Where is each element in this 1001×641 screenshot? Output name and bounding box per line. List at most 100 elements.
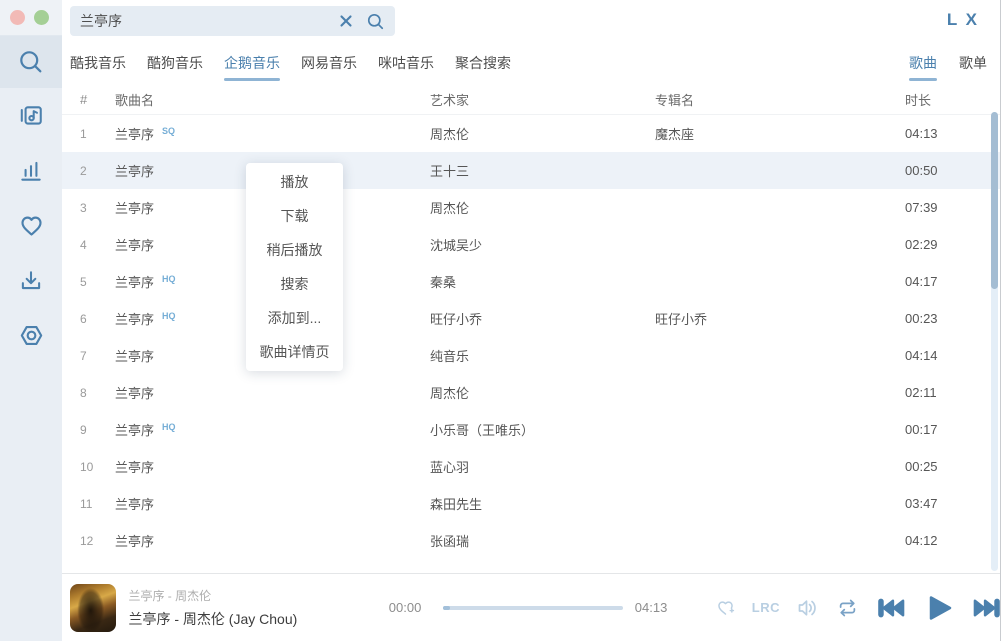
quality-badge: HQ <box>162 311 176 321</box>
player-bar: 兰亭序 - 周杰伦 兰亭序 - 周杰伦 (Jay Chou) 00:00 04:… <box>62 573 1001 641</box>
song-name: 兰亭序 <box>115 457 154 476</box>
song-cell: 兰亭序 <box>115 383 430 402</box>
context-menu-item[interactable]: 添加到... <box>246 301 343 335</box>
tab[interactable]: 歌曲 <box>909 49 937 77</box>
table-row[interactable]: 3 兰亭序 周杰伦 07:39 <box>62 189 1001 226</box>
table-row[interactable]: 7 兰亭序 纯音乐 04:14 <box>62 337 1001 374</box>
search-box[interactable] <box>70 6 395 36</box>
love-button[interactable] <box>715 597 736 618</box>
context-menu-item[interactable]: 稍后播放 <box>246 233 343 267</box>
play-mode-button[interactable] <box>836 597 859 619</box>
sidebar <box>0 0 62 641</box>
table-row[interactable]: 9 兰亭序 HQ 小乐哥（王唯乐） 00:17 <box>62 411 1001 448</box>
scrollbar-track[interactable] <box>991 112 998 571</box>
row-number: 10 <box>80 460 115 474</box>
context-menu-item[interactable]: 搜索 <box>246 267 343 301</box>
previous-track-button[interactable] <box>877 596 906 620</box>
window-controls <box>0 0 62 36</box>
table-row[interactable]: 4 兰亭序 沈城吴少 02:29 <box>62 226 1001 263</box>
repeat-icon <box>836 597 859 619</box>
tab[interactable]: 酷狗音乐 <box>147 49 203 77</box>
artist-name: 张函瑞 <box>430 531 655 550</box>
context-menu: 播放 下载 稍后播放 搜索 添加到... 歌曲详情页 <box>246 163 343 371</box>
search-input[interactable] <box>80 13 340 29</box>
context-menu-item[interactable]: 歌曲详情页 <box>246 335 343 369</box>
sidebar-item-leaderboard[interactable] <box>0 143 62 198</box>
scrollbar-thumb[interactable] <box>991 112 998 289</box>
table-row[interactable]: 10 兰亭序 蓝心羽 00:25 <box>62 448 1001 485</box>
volume-button[interactable] <box>796 597 820 619</box>
tab[interactable]: 网易音乐 <box>301 49 357 77</box>
song-name: 兰亭序 <box>115 346 154 365</box>
row-number: 8 <box>80 386 115 400</box>
tab[interactable]: 聚合搜索 <box>455 49 511 77</box>
top-header: L X <box>62 0 1001 42</box>
song-name: 兰亭序 <box>115 124 154 143</box>
tabs-row: 酷我音乐 酷狗音乐 企鹅音乐 网易音乐 咪咕音乐 聚合搜索 歌曲 歌单 <box>62 42 1001 84</box>
table-body: 1 兰亭序 SQ 周杰伦 魔杰座 04:13 2 兰亭序 王十三 00:50 3… <box>62 115 1001 559</box>
song-name: 兰亭序 <box>115 161 154 180</box>
song-name: 兰亭序 <box>115 235 154 254</box>
tab[interactable]: 歌单 <box>959 49 987 77</box>
row-number: 2 <box>80 164 115 178</box>
next-track-button[interactable] <box>972 596 1001 620</box>
album-art[interactable] <box>70 584 116 632</box>
duration: 07:39 <box>905 200 965 215</box>
song-name: 兰亭序 <box>115 494 154 513</box>
sidebar-item-favorites[interactable] <box>0 198 62 253</box>
source-tabs: 酷我音乐 酷狗音乐 企鹅音乐 网易音乐 咪咕音乐 聚合搜索 <box>70 42 532 84</box>
row-number: 3 <box>80 201 115 215</box>
app-logo: L X <box>947 10 979 30</box>
duration: 03:47 <box>905 496 965 511</box>
tab[interactable]: 咪咕音乐 <box>378 49 434 77</box>
header-artist: 艺术家 <box>430 90 655 109</box>
play-button[interactable] <box>924 593 954 623</box>
table-row[interactable]: 6 兰亭序 HQ 旺仔小乔 旺仔小乔 00:23 <box>62 300 1001 337</box>
table-row[interactable]: 8 兰亭序 周杰伦 02:11 <box>62 374 1001 411</box>
row-number: 6 <box>80 312 115 326</box>
duration: 04:14 <box>905 348 965 363</box>
minimize-window-button[interactable] <box>34 10 49 25</box>
duration: 00:50 <box>905 163 965 178</box>
row-number: 7 <box>80 349 115 363</box>
song-cell: 兰亭序 HQ <box>115 420 430 439</box>
download-icon <box>18 268 44 294</box>
now-playing-info: 兰亭序 - 周杰伦 兰亭序 - 周杰伦 (Jay Chou) <box>128 587 360 629</box>
context-menu-item[interactable]: 播放 <box>246 165 343 199</box>
song-cell: 兰亭序 <box>115 494 430 513</box>
artist-name: 旺仔小乔 <box>430 309 655 328</box>
progress-bar[interactable] <box>443 606 623 610</box>
row-number: 11 <box>80 497 115 511</box>
duration: 00:25 <box>905 459 965 474</box>
progress-handle[interactable] <box>443 606 450 610</box>
sidebar-item-songlist[interactable] <box>0 88 62 143</box>
total-time: 04:13 <box>635 600 677 615</box>
table-row[interactable]: 5 兰亭序 HQ 秦桑 04:17 <box>62 263 1001 300</box>
row-number: 4 <box>80 238 115 252</box>
lyrics-button[interactable]: LRC <box>752 600 780 615</box>
table-row[interactable]: 2 兰亭序 王十三 00:50 <box>62 152 1001 189</box>
close-window-button[interactable] <box>10 10 25 25</box>
search-icon <box>17 48 45 76</box>
tab[interactable]: 酷我音乐 <box>70 49 126 77</box>
tab[interactable]: 企鹅音乐 <box>224 49 280 77</box>
artist-name: 小乐哥（王唯乐） <box>430 420 655 439</box>
search-submit-icon[interactable] <box>366 12 385 31</box>
song-name: 兰亭序 <box>115 531 154 550</box>
table-row[interactable]: 12 兰亭序 张函瑞 04:12 <box>62 522 1001 559</box>
duration: 02:29 <box>905 237 965 252</box>
next-track-icon <box>972 596 1001 620</box>
song-cell: 兰亭序 <box>115 457 430 476</box>
sidebar-item-search[interactable] <box>0 36 62 88</box>
type-tabs: 歌曲 歌单 <box>887 42 987 84</box>
header-album: 专辑名 <box>655 90 905 109</box>
table-row[interactable]: 11 兰亭序 森田先生 03:47 <box>62 485 1001 522</box>
clear-x-icon[interactable] <box>340 15 352 27</box>
table-row[interactable]: 1 兰亭序 SQ 周杰伦 魔杰座 04:13 <box>62 115 1001 152</box>
duration: 02:11 <box>905 385 965 400</box>
context-menu-item[interactable]: 下载 <box>246 199 343 233</box>
sidebar-item-download[interactable] <box>0 253 62 308</box>
sidebar-item-settings[interactable] <box>0 308 62 363</box>
search-results-table: # 歌曲名 艺术家 专辑名 时长 1 兰亭序 SQ 周杰伦 魔杰座 04:13 … <box>62 85 1001 559</box>
header-num: # <box>80 92 115 107</box>
